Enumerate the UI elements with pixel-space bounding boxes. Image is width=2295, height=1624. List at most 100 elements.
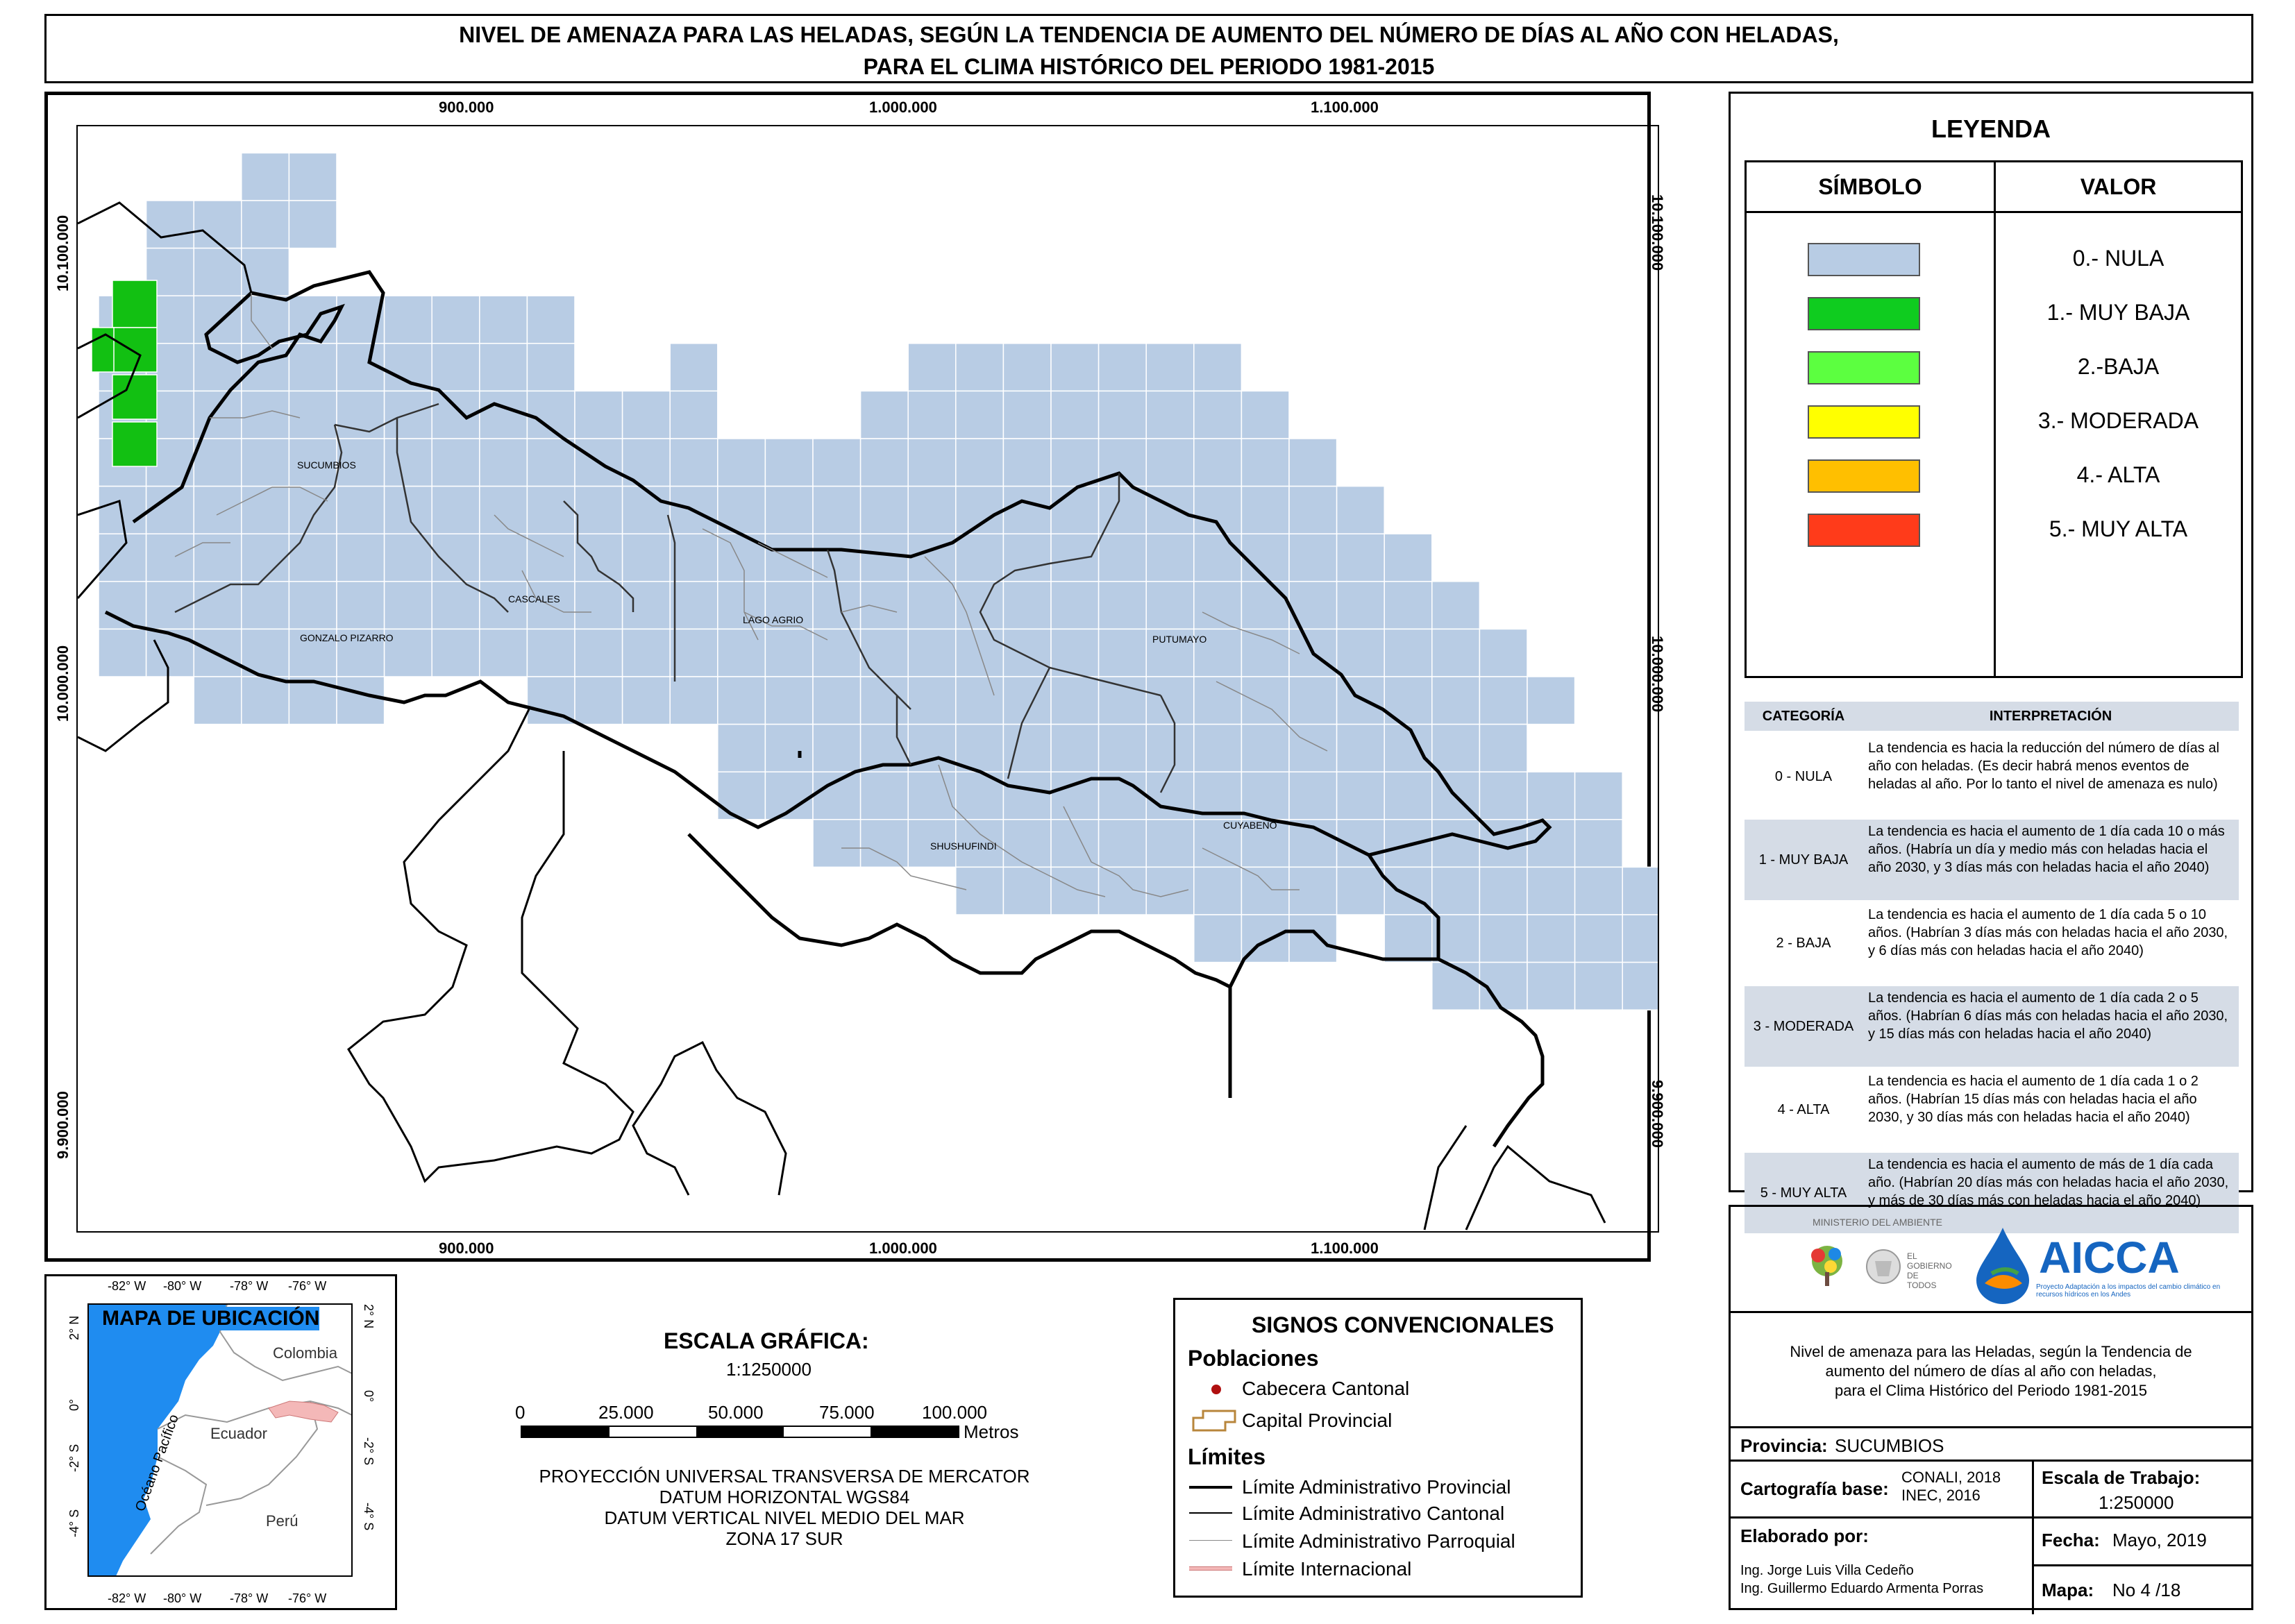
grid-cell-nula — [669, 581, 718, 630]
grid-cell-nula — [1574, 819, 1623, 868]
grid-cell-nula — [764, 533, 814, 582]
grid-cell-nula — [1241, 533, 1290, 582]
grid-cell-nula — [241, 533, 290, 582]
grid-cell-nula — [1431, 676, 1481, 725]
grid-cell-nula — [1288, 723, 1338, 772]
lat-tick: -2° S — [362, 1437, 376, 1466]
y-tick-left-9900: 9.900.000 — [54, 1091, 72, 1159]
grid-cell-muy-baja — [112, 374, 158, 420]
grid-cell-nula — [241, 485, 290, 534]
cell-divider — [2032, 1462, 2034, 1519]
grid-cell-nula — [288, 390, 337, 439]
grid-cell-nula — [98, 533, 147, 582]
grid-cell-nula — [1002, 771, 1052, 820]
cell-divider — [2032, 1519, 2034, 1614]
grid-cell-nula — [1002, 723, 1052, 772]
grid-cell-nula — [1288, 914, 1338, 963]
category-text: La tendencia es hacia el aumento de 1 dí… — [1868, 907, 2228, 958]
scale-tick-50000: 50.000 — [708, 1402, 764, 1423]
cartografia-label: Cartografía base: — [1740, 1478, 1889, 1499]
grid-cell-nula — [907, 628, 957, 677]
grid-cell-nula — [1002, 438, 1052, 487]
grid-cell-nula — [479, 628, 528, 677]
grid-cell-nula — [288, 152, 337, 201]
credits-panel: MINISTERIO DEL AMBIENTE EL GOBIERNO DE T… — [1729, 1205, 2253, 1614]
grid-cell-nula — [145, 581, 194, 630]
grid-cell-nula — [1050, 581, 1100, 630]
mapa-label: Mapa: — [2042, 1580, 2094, 1600]
grid-cell-nula — [1098, 628, 1147, 677]
grid-cell-nula — [1431, 866, 1481, 915]
cabecera-label: Cabecera Cantonal — [1242, 1378, 1410, 1399]
grid-cell-nula — [859, 390, 909, 439]
grid-cell-nula — [145, 628, 194, 677]
scale-title: ESCALA GRÁFICA: — [664, 1328, 869, 1353]
autor: Ing. Guillermo Eduardo Armenta Porras — [1740, 1581, 1984, 1596]
grid-cell-nula — [1002, 866, 1052, 915]
grid-cell-nula — [1384, 581, 1433, 630]
grid-cell-nula — [1193, 914, 1243, 963]
aicca-drop-icon — [1976, 1228, 2029, 1304]
grid-cell-nula — [764, 628, 814, 677]
category-text: La tendencia es hacia el aumento de 1 dí… — [1868, 1074, 2199, 1125]
grid-cell-nula — [907, 533, 957, 582]
grid-cell-nula — [1622, 866, 1671, 915]
legend-title: LEYENDA — [1931, 115, 2051, 143]
grid-cell-nula — [1431, 628, 1481, 677]
grid-cell-nula — [1145, 438, 1195, 487]
grid-cell-nula — [383, 295, 432, 344]
lon-tick: -80° W — [163, 1279, 202, 1293]
category-header-row: CATEGORÍA INTERPRETACIÓN — [1745, 702, 2239, 731]
grid-cell-nula — [431, 438, 480, 487]
grid-cell-nula — [383, 533, 432, 582]
grid-cell-nula — [1050, 819, 1100, 868]
grid-cell-nula — [1288, 676, 1338, 725]
grid-cell-nula — [1050, 676, 1100, 725]
grid-cell-nula — [479, 533, 528, 582]
lat-tick: 2° N — [362, 1304, 376, 1329]
legend-value-nula: 0.- NULA — [2072, 246, 2164, 271]
lat-tick: 0° — [67, 1398, 81, 1411]
grid-cell-nula — [336, 485, 385, 534]
projection-line: DATUM VERTICAL NIVEL MEDIO DEL MAR — [604, 1507, 965, 1528]
grid-cell-nula — [431, 628, 480, 677]
grid-cell-nula — [241, 676, 290, 725]
x-tick-bottom-1100: 1.100.000 — [1311, 1240, 1379, 1257]
grid-cell-nula — [859, 819, 909, 868]
grid-cell-nula — [1336, 533, 1385, 582]
grid-cell-nula — [1002, 390, 1052, 439]
grid-cell-nula — [1193, 438, 1243, 487]
grid-cell-nula — [479, 295, 528, 344]
grid-cell-nula — [383, 343, 432, 392]
grid-cell-nula — [1098, 343, 1147, 392]
grid-cell-nula — [955, 390, 1004, 439]
grid-cell-nula — [1384, 866, 1433, 915]
x-tick-top-1100: 1.100.000 — [1311, 99, 1379, 116]
grid-cell-nula — [1241, 438, 1290, 487]
grid-cell-nula — [1241, 390, 1290, 439]
grid-cell-nula — [812, 438, 861, 487]
elaborado-row: Elaborado por: Ing. Jorge Luis Villa Ced… — [1731, 1516, 2251, 1614]
canton-label-gonzalo-pizarro: GONZALO PIZARRO — [300, 632, 394, 643]
scale-tick-0: 0 — [515, 1402, 526, 1423]
grid-cell-nula — [717, 723, 766, 772]
grid-cell-nula — [1050, 866, 1100, 915]
grid-cell-nula — [1527, 676, 1576, 725]
grid-cell-nula — [1527, 866, 1576, 915]
grid-cell-nula — [621, 581, 671, 630]
lon-tick: -76° W — [288, 1279, 327, 1293]
grid-cell-nula — [1145, 581, 1195, 630]
grid-cell-nula — [1336, 676, 1385, 725]
lon-tick: -80° W — [163, 1591, 202, 1605]
canton-label-lago-agrio: LAGO AGRIO — [743, 614, 803, 625]
grid-cell-nula — [1145, 819, 1195, 868]
grid-cell-nula — [1384, 628, 1433, 677]
grid-cell-nula — [1479, 628, 1528, 677]
grid-cell-nula — [1384, 771, 1433, 820]
grid-cell-nula — [955, 533, 1004, 582]
grid-cell-nula — [1527, 771, 1576, 820]
grid-cell-nula — [859, 533, 909, 582]
grid-cell-nula — [1288, 533, 1338, 582]
grid-cell-nula — [621, 676, 671, 725]
grid-cell-nula — [1098, 676, 1147, 725]
